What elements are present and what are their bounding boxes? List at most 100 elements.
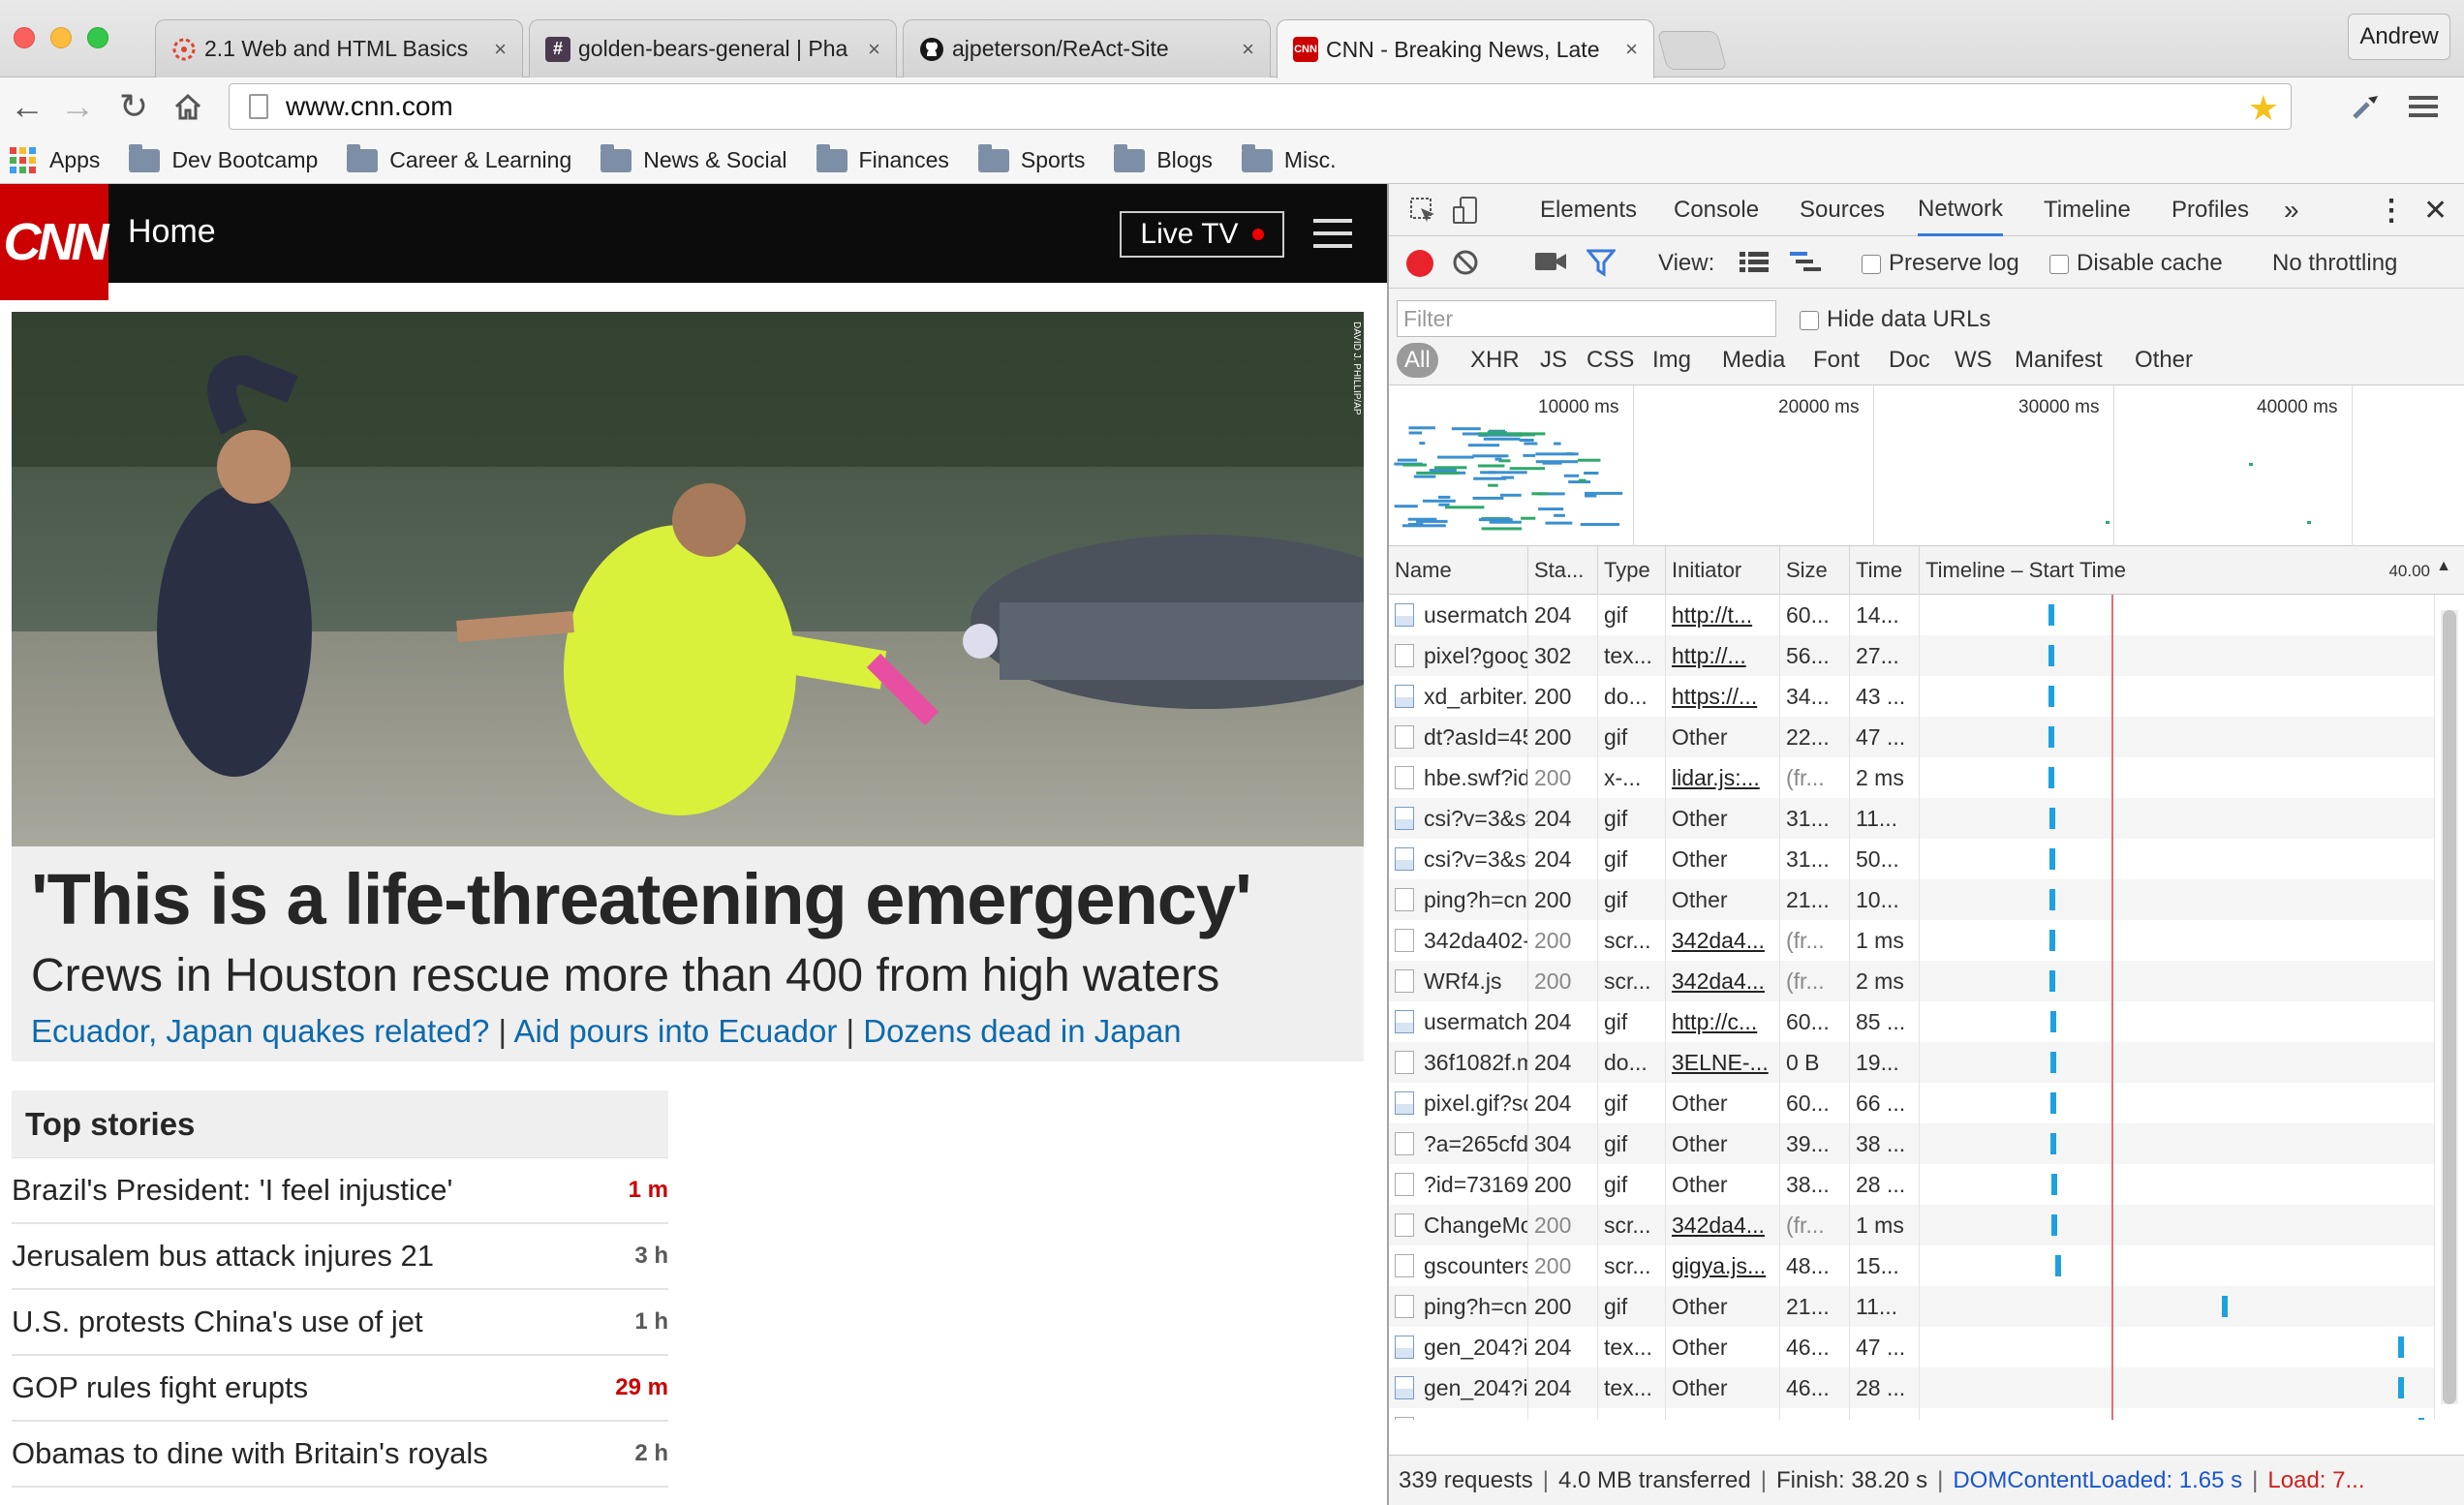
live-tv-button[interactable]: Live TV: [1120, 211, 1284, 258]
sub-headline[interactable]: Crews in Houston rescue more than 400 fr…: [31, 949, 1219, 1002]
cell-initiator[interactable]: gigya.js...: [1666, 1245, 1780, 1286]
cell-initiator[interactable]: lidar.js:...: [1666, 757, 1780, 798]
filter-funnel-icon[interactable]: [1585, 248, 1617, 284]
more-panels-icon[interactable]: »: [2284, 184, 2299, 236]
browser-tab-cnn[interactable]: CNN CNN - Breaking News, Late ×: [1277, 19, 1654, 78]
bookmark-star-icon[interactable]: ★: [2248, 88, 2279, 129]
type-filter-ws[interactable]: WS: [1955, 343, 1992, 378]
story-item[interactable]: Obamas to dine with Britain's royals 2 h: [12, 1422, 668, 1488]
tab-close-icon[interactable]: ×: [868, 37, 880, 62]
story-item[interactable]: GOP rules fight erupts 29 m: [12, 1356, 668, 1422]
column-time[interactable]: Time: [1850, 546, 1920, 595]
request-row[interactable]: ping?h=cnn.co... 200 gif Other 21... 11...: [1389, 1286, 2435, 1327]
reload-icon[interactable]: ↻: [112, 83, 155, 130]
home-icon[interactable]: [167, 83, 209, 130]
inspect-element-icon[interactable]: [1408, 184, 1437, 236]
cnn-logo[interactable]: CNN: [0, 184, 109, 300]
request-row[interactable]: 342da402-a44...200 scr... 342da4... (fr... 1…: [1389, 920, 2435, 961]
column-size[interactable]: Size: [1780, 546, 1850, 595]
overview-waterfall-icon[interactable]: [1790, 250, 1823, 282]
forward-arrow-icon[interactable]: →: [56, 83, 99, 130]
related-link[interactable]: Dozens dead in Japan: [863, 1013, 1181, 1049]
request-row[interactable]: usermatch.gif?...204 gif http://t... 60... 1…: [1389, 595, 2435, 635]
request-row[interactable]: ?a=265cfd55f1...304 gif Other 39... 38 ...: [1389, 1123, 2435, 1164]
requests-scrollbar[interactable]: [2441, 610, 2458, 1404]
type-filter-media[interactable]: Media: [1722, 343, 1785, 378]
hero-photo[interactable]: DAVID J. PHILLIP/AP: [12, 312, 1364, 846]
tab-console[interactable]: Console: [1674, 184, 1759, 236]
cell-initiator[interactable]: 342da4...: [1666, 961, 1780, 1001]
filter-input[interactable]: Filter: [1397, 300, 1776, 337]
disable-cache-checkbox[interactable]: Disable cache: [2049, 250, 2223, 277]
cell-initiator[interactable]: 342da4...: [1666, 920, 1780, 961]
device-mode-icon[interactable]: [1451, 184, 1480, 236]
type-filter-other[interactable]: Other: [2135, 343, 2193, 378]
large-rows-icon[interactable]: [1740, 250, 1769, 282]
new-tab-button[interactable]: [1656, 31, 1728, 70]
type-filter-all[interactable]: All: [1397, 343, 1438, 378]
related-link[interactable]: Aid pours into Ecuador: [513, 1013, 837, 1049]
tab-close-icon[interactable]: ×: [1625, 37, 1638, 62]
column-timeline[interactable]: Timeline – Start Time 40.00 ▲: [1920, 546, 2464, 595]
main-headline[interactable]: 'This is a life-threatening emergency': [31, 858, 1252, 940]
tab-elements[interactable]: Elements: [1540, 184, 1637, 236]
cell-initiator[interactable]: http://...: [1666, 635, 1780, 676]
record-icon[interactable]: [1406, 250, 1433, 277]
nav-home-link[interactable]: Home: [128, 213, 216, 251]
tab-profiles[interactable]: Profiles: [2171, 184, 2249, 236]
close-devtools-icon[interactable]: ✕: [2423, 184, 2448, 236]
request-row[interactable]: hbe.swf?id=0~0200 x-... lidar.js:... (fr...…: [1389, 757, 2435, 798]
cell-initiator[interactable]: http://t...: [1666, 595, 1780, 635]
extension-dropper-icon[interactable]: [2344, 83, 2387, 130]
request-row[interactable]: ping?h=cnn.co... 200 gif Other 21... 99 ...: [1389, 1408, 2435, 1420]
cell-initiator[interactable]: 3ELNE-...: [1666, 1042, 1780, 1083]
browser-tab-canvas[interactable]: 2.1 Web and HTML Basics ×: [155, 19, 523, 77]
tab-sources[interactable]: Sources: [1800, 184, 1885, 236]
preserve-log-checkbox[interactable]: Preserve log: [1862, 250, 2019, 277]
browser-tab-github[interactable]: ajpeterson/ReAct-Site ×: [903, 19, 1271, 77]
bookmark-folder[interactable]: Career & Learning: [347, 143, 571, 173]
kebab-menu-icon[interactable]: ⋮: [2377, 184, 2406, 236]
address-bar[interactable]: www.cnn.com ★: [229, 83, 2292, 130]
close-window-button[interactable]: [14, 27, 35, 48]
type-filter-css[interactable]: CSS: [1586, 343, 1634, 378]
clear-icon[interactable]: [1451, 248, 1480, 284]
bookmark-folder[interactable]: Finances: [816, 143, 949, 173]
request-row[interactable]: ?id=73169757...200 gif Other 38... 28 ...: [1389, 1164, 2435, 1205]
request-row[interactable]: pixel.gif?sourc... 204 gif Other 60... 66 ...: [1389, 1083, 2435, 1123]
request-row[interactable]: ping?h=cnn.co... 200 gif Other 21... 10...: [1389, 879, 2435, 920]
tab-close-icon[interactable]: ×: [1242, 37, 1254, 62]
type-filter-img[interactable]: Img: [1652, 343, 1691, 378]
request-row[interactable]: gen_204?id=w...204 tex... Other 46... 28 ...: [1389, 1367, 2435, 1408]
cell-initiator[interactable]: 342da4...: [1666, 1205, 1780, 1245]
network-overview[interactable]: 10000 ms 20000 ms 30000 ms 40000 ms: [1389, 385, 2464, 546]
column-status[interactable]: Sta...: [1528, 546, 1598, 595]
column-type[interactable]: Type: [1598, 546, 1666, 595]
request-row[interactable]: csi?v=3&s=gpt... 204 gif Other 31... 50...: [1389, 839, 2435, 879]
type-filter-doc[interactable]: Doc: [1889, 343, 1930, 378]
hide-data-urls-checkbox[interactable]: Hide data URLs: [1800, 306, 1990, 333]
story-item[interactable]: Jerusalem bus attack injures 21 3 h: [12, 1224, 668, 1290]
request-row[interactable]: xd_arbiter.php...200 do... https://... 34..…: [1389, 676, 2435, 717]
throttling-select[interactable]: No throttling: [2272, 250, 2397, 277]
request-row[interactable]: dt?asId=459ad... 200 gif Other 22... 47 ...: [1389, 717, 2435, 757]
related-link[interactable]: Ecuador, Japan quakes related?: [31, 1013, 489, 1049]
bookmark-folder[interactable]: Sports: [977, 143, 1085, 173]
capture-screenshots-icon[interactable]: [1534, 250, 1567, 280]
bookmark-folder[interactable]: News & Social: [601, 143, 787, 173]
type-filter-xhr[interactable]: XHR: [1470, 343, 1520, 378]
bookmark-folder[interactable]: Blogs: [1114, 143, 1213, 173]
zoom-window-button[interactable]: [87, 27, 108, 48]
bookmark-folder[interactable]: Dev Bootcamp: [129, 143, 318, 173]
scroll-thumb[interactable]: [2443, 610, 2456, 1404]
bookmark-apps[interactable]: Apps: [0, 147, 100, 173]
type-filter-font[interactable]: Font: [1813, 343, 1860, 378]
column-initiator[interactable]: Initiator: [1666, 546, 1780, 595]
type-filter-js[interactable]: JS: [1540, 343, 1567, 378]
minimize-window-button[interactable]: [50, 27, 72, 48]
menu-icon[interactable]: [2402, 83, 2445, 130]
story-item[interactable]: U.S. protests China's use of jet 1 h: [12, 1290, 668, 1356]
profile-button[interactable]: Andrew: [2348, 14, 2450, 60]
request-row[interactable]: gscounters.sen... 200 scr... gigya.js... 48.…: [1389, 1245, 2435, 1286]
tab-close-icon[interactable]: ×: [494, 37, 507, 62]
